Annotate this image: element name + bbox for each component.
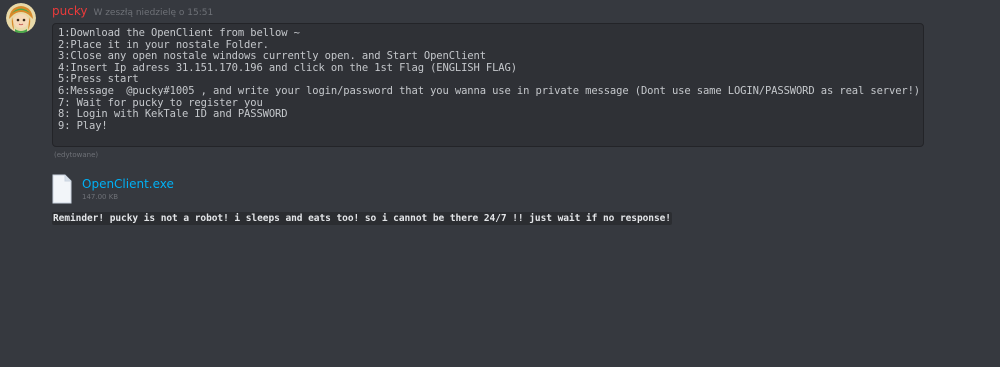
edited-label: (edytowane) [54,151,99,159]
attachment-filename-link[interactable]: OpenClient.exe [82,177,174,191]
reminder-inline-code: Reminder! pucky is not a robot! i sleeps… [52,212,672,225]
attachment-filesize: 147.00 KB [82,193,119,201]
file-attachment: OpenClient.exe 147.00 KB [52,174,252,206]
message-timestamp: W zeszłą niedzielę o 15:51 [93,8,214,18]
chat-message-view: pucky W zeszłą niedzielę o 15:51 1:Downl… [0,0,1000,367]
avatar[interactable] [6,3,36,33]
code-line: 9: Play! [58,119,108,132]
code-line: 4:Insert Ip adress 31.151.170.196 and cl… [58,61,517,74]
code-line: 1:Download the OpenClient from bellow ~ [58,27,300,39]
author-name[interactable]: pucky [52,4,87,18]
message-header: pucky W zeszłą niedzielę o 15:51 [52,4,213,20]
avatar-image [6,3,36,33]
code-block: 1:Download the OpenClient from bellow ~ … [52,23,924,147]
code-line: 8: Login with KekTale ID and PASSWORD [58,108,288,121]
file-icon [52,174,72,204]
code-line: 6:Message @pucky#1005 , and write your l… [58,84,921,97]
